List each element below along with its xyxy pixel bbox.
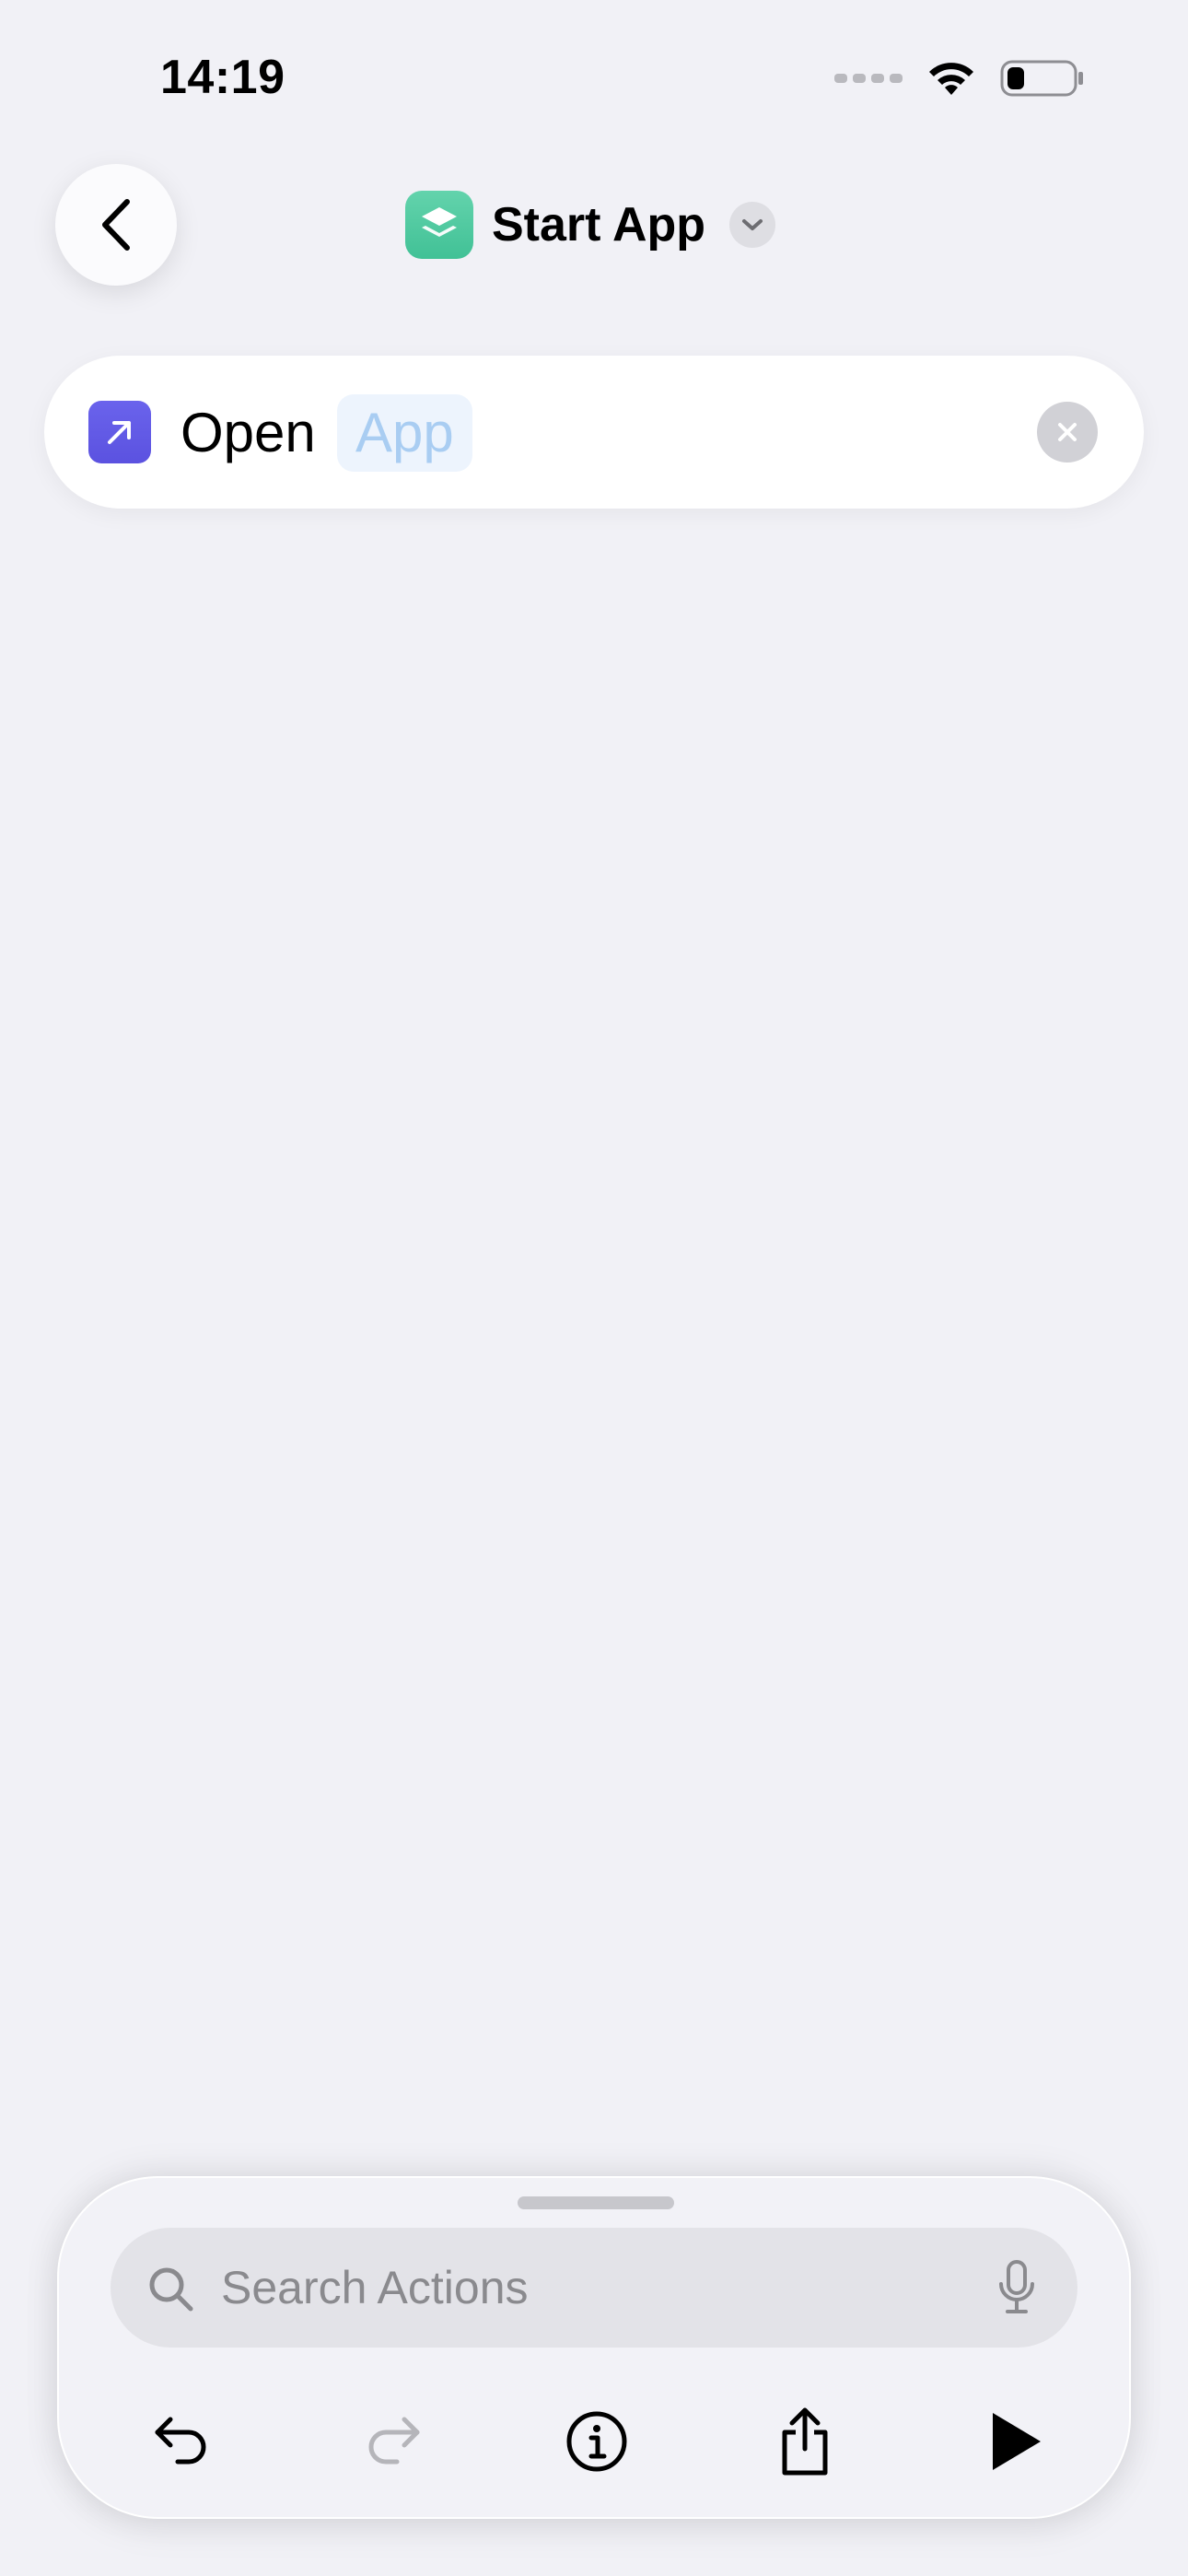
editor-toolbar — [59, 2388, 1133, 2489]
shortcut-editor-screen: 14:19 Start App Open App Search Actions — [0, 0, 1188, 2576]
redo-icon — [368, 2417, 420, 2465]
search-actions-field[interactable]: Search Actions — [111, 2228, 1077, 2348]
open-app-action[interactable]: Open App — [44, 356, 1144, 509]
undo-button[interactable] — [146, 2405, 219, 2478]
sheet-grabber[interactable] — [518, 2196, 674, 2209]
microphone-icon[interactable] — [996, 2258, 1037, 2317]
run-button[interactable] — [978, 2405, 1052, 2478]
chevron-down-icon[interactable] — [729, 202, 776, 248]
action-verb: Open — [181, 402, 316, 463]
redo-button[interactable] — [355, 2405, 429, 2478]
remove-action-button[interactable] — [1037, 402, 1098, 463]
share-button[interactable] — [768, 2405, 842, 2478]
status-time: 14:19 — [160, 51, 285, 104]
search-icon — [149, 2267, 193, 2312]
shortcut-title-menu[interactable]: Start App — [405, 188, 776, 262]
arrow-up-right-icon — [88, 401, 151, 463]
share-icon — [782, 2407, 828, 2476]
search-placeholder: Search Actions — [221, 2262, 529, 2313]
actions-bottom-sheet: Search Actions — [57, 2176, 1131, 2519]
back-button[interactable] — [55, 164, 177, 286]
xmark-icon — [1058, 423, 1077, 441]
layers-icon — [405, 191, 473, 259]
battery-low-icon — [1000, 58, 1085, 99]
undo-icon — [155, 2417, 206, 2465]
status-icons — [834, 55, 1085, 101]
shortcut-title: Start App — [492, 198, 706, 252]
info-icon — [566, 2411, 627, 2472]
chevron-left-icon — [102, 199, 130, 251]
wifi-icon — [925, 58, 978, 99]
play-icon — [993, 2413, 1041, 2470]
info-button[interactable] — [560, 2405, 634, 2478]
cellular-signal-icon — [834, 74, 903, 83]
app-parameter[interactable]: App — [337, 394, 472, 472]
